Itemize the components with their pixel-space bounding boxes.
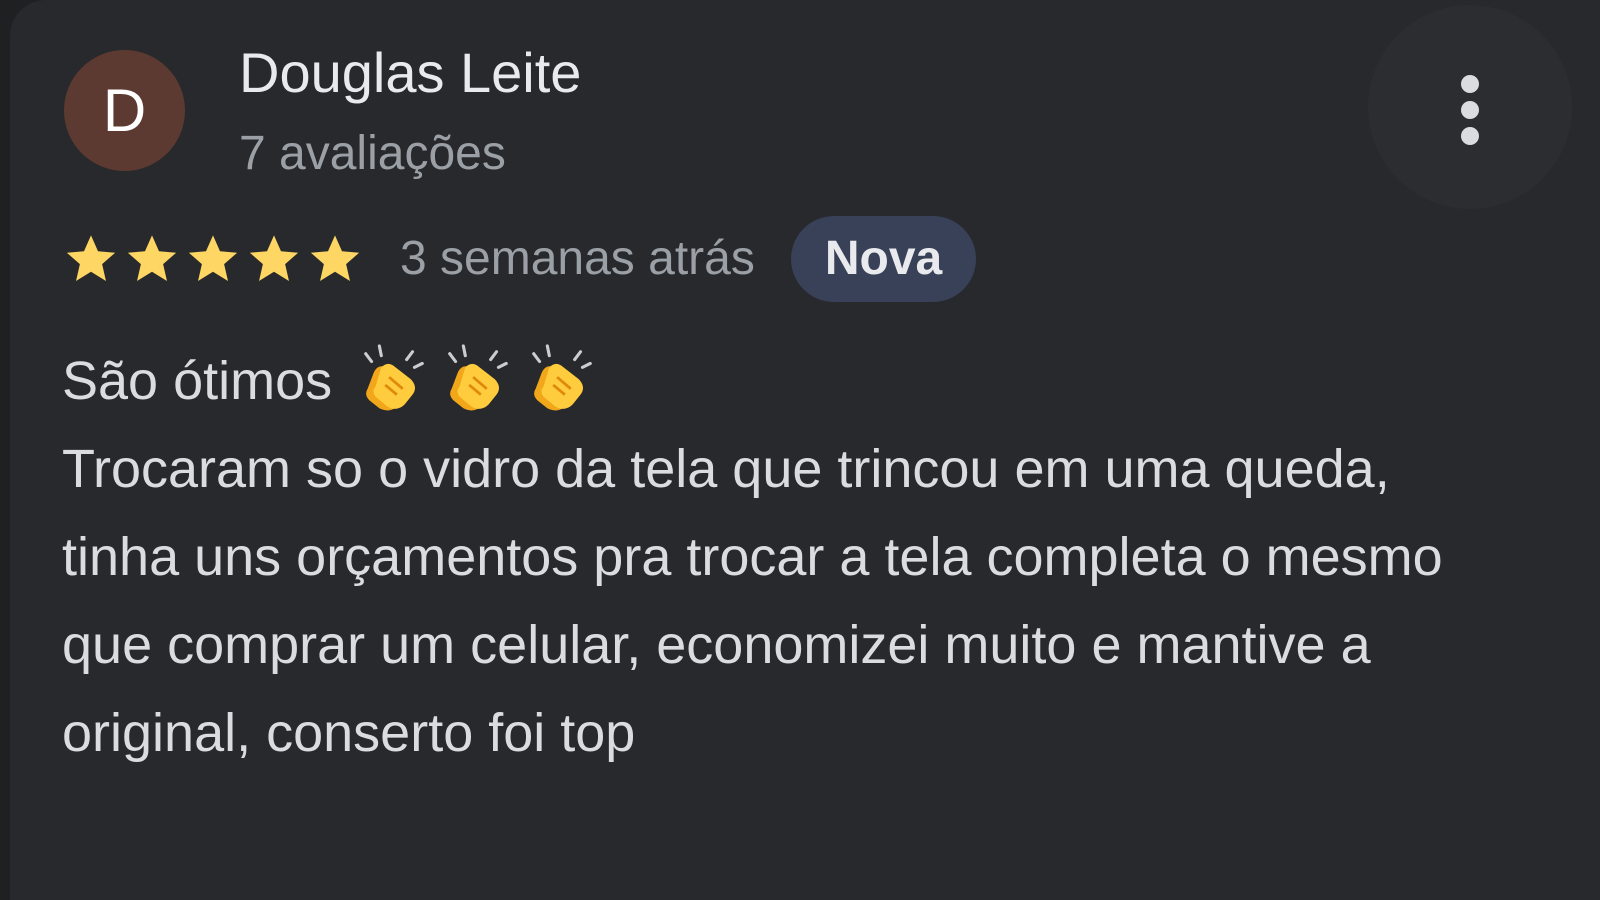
author-review-count[interactable]: 7 avaliações — [239, 124, 506, 184]
more-vert-icon — [1460, 75, 1480, 145]
clapping-hands-icon — [438, 342, 516, 420]
review-body: Trocaram so o vidro da tela que trincou … — [62, 439, 1443, 763]
star-icon — [306, 230, 364, 288]
star-icon — [184, 230, 242, 288]
new-badge: Nova — [790, 216, 977, 302]
more-options-button[interactable] — [1368, 5, 1572, 209]
author-name[interactable]: Douglas Leite — [239, 38, 581, 108]
star-icon — [245, 230, 303, 288]
review-title-text: São ótimos — [62, 351, 333, 411]
review-title: São ótimos — [62, 337, 1502, 425]
review-time: 3 semanas atrás — [400, 232, 755, 285]
avatar[interactable]: D — [64, 50, 185, 171]
review-card: D Douglas Leite 7 avaliações 3 semanas a… — [10, 0, 1600, 900]
clapping-hands-icon — [354, 342, 432, 420]
star-icon — [123, 230, 181, 288]
clapping-hands-icon — [522, 342, 600, 420]
review-text: São ótimos Trocaram so o vidro da tela q… — [62, 337, 1502, 777]
rating-row: 3 semanas atrás Nova — [62, 216, 977, 302]
star-icon — [62, 230, 120, 288]
clap-icons — [354, 342, 606, 420]
star-rating — [62, 230, 367, 288]
